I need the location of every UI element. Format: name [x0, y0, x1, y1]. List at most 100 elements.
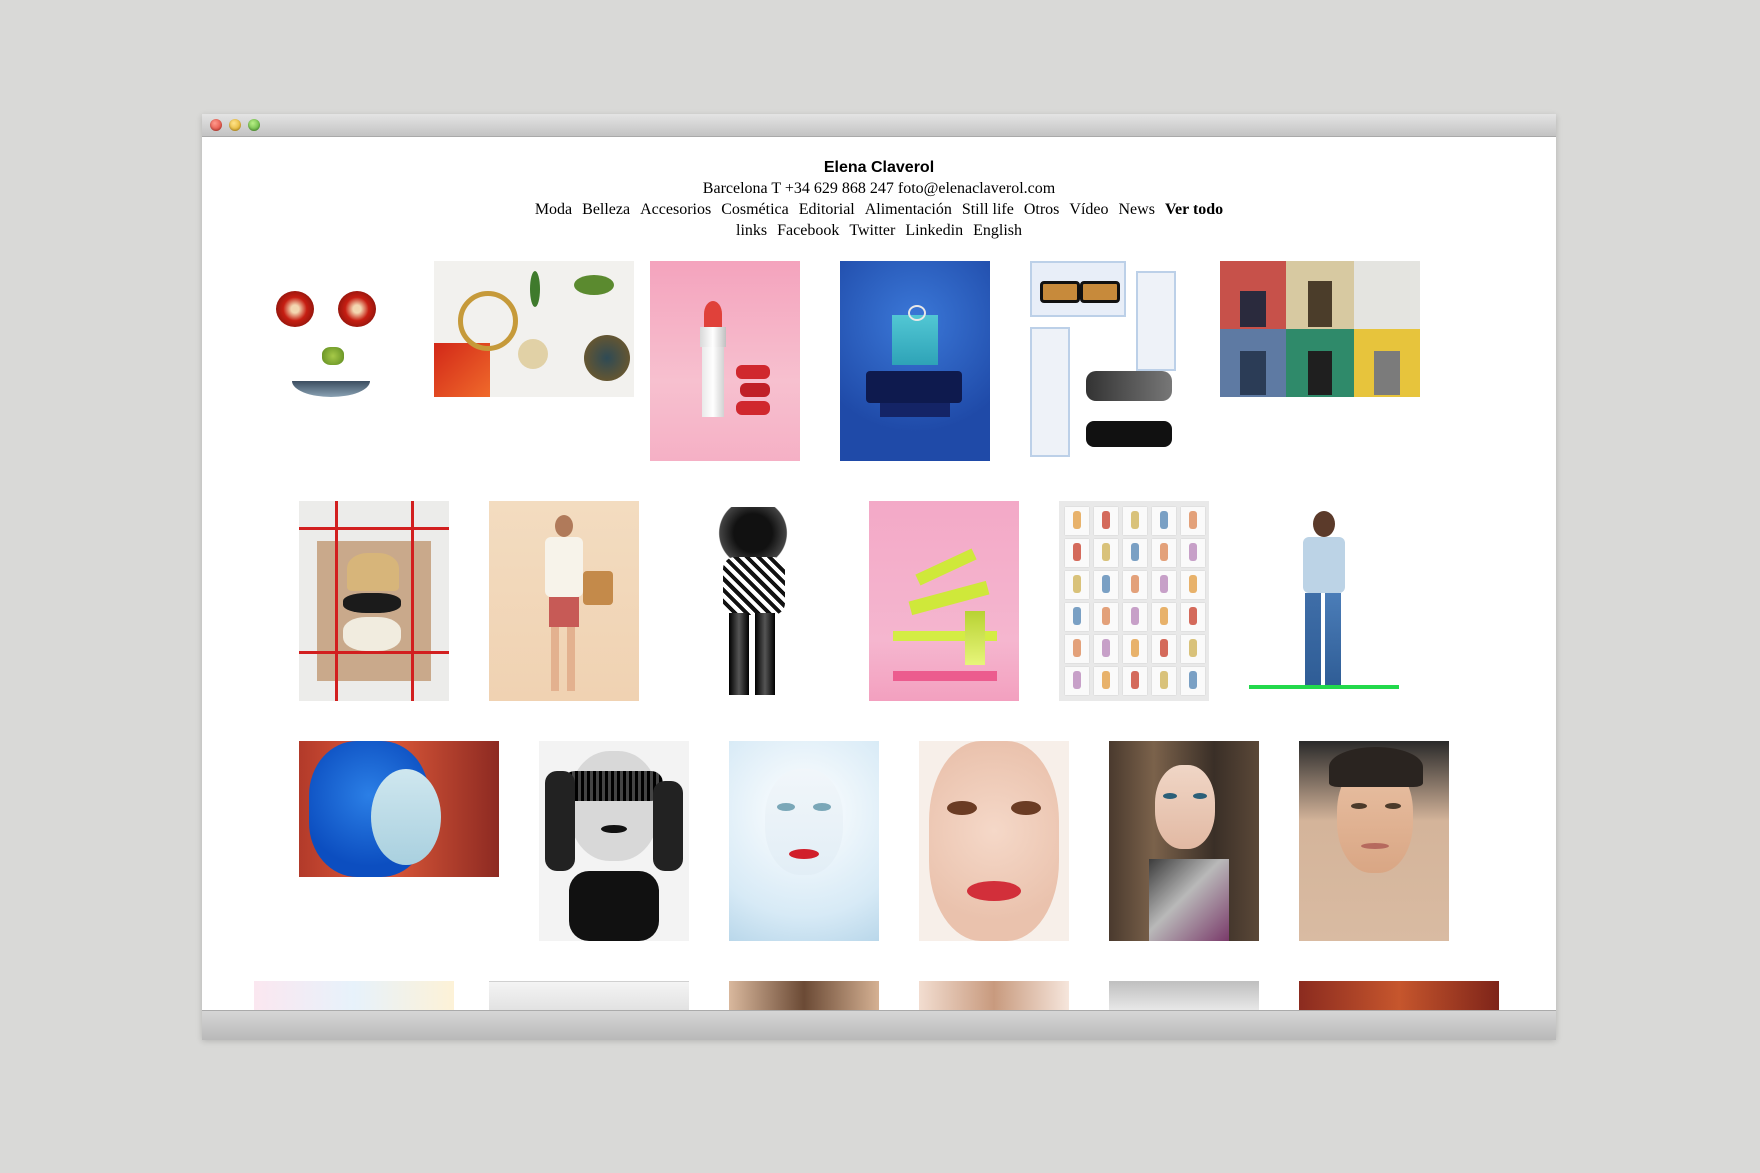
fashion-model-bag-photo[interactable]: [489, 501, 639, 701]
close-button[interactable]: [210, 119, 222, 131]
polaroid-card: [1065, 507, 1089, 535]
sunglasses-photo[interactable]: [1030, 261, 1180, 461]
food-face-photo[interactable]: [274, 285, 394, 413]
nav-ver-todo[interactable]: Ver todo: [1165, 201, 1223, 218]
site-title[interactable]: Elena Claverol: [202, 157, 1556, 178]
polaroid-card: [1123, 507, 1147, 535]
studio-portrait-photo[interactable]: [1299, 741, 1449, 941]
window-bottom-bar: [202, 1010, 1556, 1040]
denim-model-photo[interactable]: [1249, 501, 1399, 701]
polaroid-card: [1094, 539, 1118, 567]
polaroid-card: [1094, 603, 1118, 631]
polaroid-card: [1123, 667, 1147, 695]
polaroid-card: [1152, 539, 1176, 567]
nav-editorial[interactable]: Editorial: [799, 201, 855, 218]
polaroid-figure: [1102, 671, 1110, 689]
blue-wig-portrait-photo[interactable]: [299, 741, 499, 877]
nav-twitter[interactable]: Twitter: [849, 222, 895, 239]
partial-photo-1[interactable]: [254, 981, 454, 1010]
partial-photo-2[interactable]: [489, 981, 689, 1010]
polaroid-card: [1094, 635, 1118, 663]
polaroid-card: [1065, 635, 1089, 663]
polaroid-card: [1152, 667, 1176, 695]
polaroid-wall-photo[interactable]: [1059, 501, 1209, 701]
polaroid-figure: [1131, 671, 1139, 689]
nav-video[interactable]: Vídeo: [1069, 201, 1108, 218]
polaroid-figure: [1102, 639, 1110, 657]
zoom-button[interactable]: [248, 119, 260, 131]
polaroid-card: [1123, 571, 1147, 599]
polaroid-card: [1094, 507, 1118, 535]
polaroid-card: [1065, 667, 1089, 695]
contact-line: Barcelona T +34 629 868 247 foto@elenacl…: [702, 180, 1056, 197]
polaroid-card: [1181, 507, 1205, 535]
polaroid-figure: [1160, 671, 1168, 689]
nav-belleza[interactable]: Belleza: [582, 201, 630, 218]
nav-linkedin[interactable]: Linkedin: [905, 222, 963, 239]
polaroid-figure: [1131, 639, 1139, 657]
ice-beauty-portrait-photo[interactable]: [729, 741, 879, 941]
window-titlebar: [202, 114, 1556, 137]
polaroid-card: [1094, 571, 1118, 599]
browser-window: Elena Claverol Barcelona T +34 629 868 2…: [202, 114, 1556, 1040]
polaroid-card: [1123, 635, 1147, 663]
polaroid-figure: [1160, 575, 1168, 593]
long-hair-portrait-photo[interactable]: [1109, 741, 1259, 941]
closeup-smile-portrait-photo[interactable]: [919, 741, 1069, 941]
lace-mask-portrait-photo[interactable]: [539, 741, 689, 941]
nav-english[interactable]: English: [973, 222, 1022, 239]
polaroid-card: [1181, 539, 1205, 567]
polaroid-card: [1181, 635, 1205, 663]
polaroid-figure: [1189, 671, 1197, 689]
partial-photo-4[interactable]: [919, 981, 1069, 1010]
polaroid-card: [1065, 571, 1089, 599]
polaroid-figure: [1131, 607, 1139, 625]
nav-links[interactable]: links: [736, 222, 767, 239]
secondary-nav: links Facebook Twitter Linkedin English: [202, 220, 1556, 241]
nav-still-life[interactable]: Still life: [962, 201, 1014, 218]
menswear-grid-photo[interactable]: [1220, 261, 1420, 397]
polaroid-figure: [1102, 607, 1110, 625]
polaroid-figure: [1189, 607, 1197, 625]
partial-photo-3[interactable]: [729, 981, 879, 1010]
page-viewport: Elena Claverol Barcelona T +34 629 868 2…: [202, 137, 1556, 1010]
polaroid-card: [1181, 603, 1205, 631]
polaroid-figure: [1131, 511, 1139, 529]
lipstick-photo[interactable]: [650, 261, 800, 461]
polaroid-card: [1123, 539, 1147, 567]
partial-photo-6[interactable]: [1299, 981, 1499, 1010]
nav-otros[interactable]: Otros: [1024, 201, 1060, 218]
jewelry-flatlay-photo[interactable]: [434, 261, 634, 397]
polaroid-figure: [1160, 607, 1168, 625]
polaroid-card: [1123, 603, 1147, 631]
partial-photo-5[interactable]: [1109, 981, 1259, 1010]
nav-cosmetica[interactable]: Cosmética: [721, 201, 789, 218]
polaroid-card: [1152, 603, 1176, 631]
nav-alimentacion[interactable]: Alimentación: [865, 201, 952, 218]
polaroid-figure: [1131, 543, 1139, 561]
nav-facebook[interactable]: Facebook: [777, 222, 839, 239]
yellow-heel-photo[interactable]: [869, 501, 1019, 701]
polaroid-figure: [1073, 543, 1081, 561]
polaroid-figure: [1102, 511, 1110, 529]
polaroid-card: [1065, 539, 1089, 567]
polaroid-card: [1152, 571, 1176, 599]
polaroid-card: [1152, 507, 1176, 535]
minimize-button[interactable]: [229, 119, 241, 131]
ring-blue-photo[interactable]: [840, 261, 990, 461]
polaroid-figure: [1073, 639, 1081, 657]
polaroid-figure: [1160, 511, 1168, 529]
hats-photo[interactable]: [299, 501, 449, 701]
bw-fashion-photo[interactable]: [679, 501, 829, 701]
nav-news[interactable]: News: [1119, 201, 1155, 218]
nav-moda[interactable]: Moda: [535, 201, 572, 218]
nav-accesorios[interactable]: Accesorios: [640, 201, 711, 218]
primary-nav: Moda Belleza Accesorios Cosmética Editor…: [202, 199, 1556, 220]
polaroid-figure: [1131, 575, 1139, 593]
polaroid-card: [1181, 571, 1205, 599]
polaroid-figure: [1102, 575, 1110, 593]
polaroid-card: [1181, 667, 1205, 695]
polaroid-figure: [1073, 575, 1081, 593]
site-header: Elena Claverol Barcelona T +34 629 868 2…: [202, 157, 1556, 241]
polaroid-card: [1094, 667, 1118, 695]
